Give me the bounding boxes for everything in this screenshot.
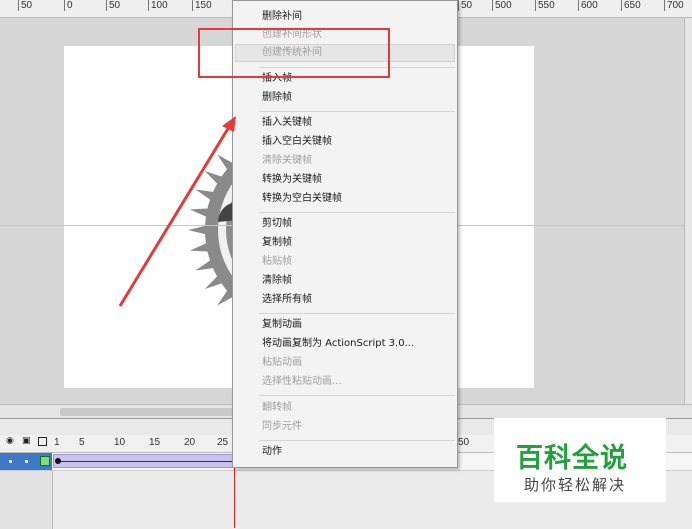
layer-panel xyxy=(0,471,53,529)
menu-item-convert-keyframe[interactable]: 转换为关键帧 xyxy=(262,174,322,186)
frame-number: 20 xyxy=(184,437,196,448)
menu-item-clear-keyframe[interactable]: 清除关键帧 xyxy=(262,155,312,167)
highlight-box xyxy=(198,28,390,78)
scrollbar-thumb[interactable] xyxy=(60,408,240,416)
menu-item-reverse-frames[interactable]: 翻转帧 xyxy=(262,402,292,414)
menu-item-paste-motion[interactable]: 粘贴动画 xyxy=(262,357,302,369)
menu-item-delete-tween[interactable]: 删除补间 xyxy=(262,11,302,23)
menu-item-paste-motion-special[interactable]: 选择性粘贴动画... xyxy=(262,376,342,388)
outline-color-icon[interactable] xyxy=(40,456,50,466)
menu-separator xyxy=(259,395,455,396)
menu-separator xyxy=(259,440,455,441)
menu-item-insert-keyframe[interactable]: 插入关键帧 xyxy=(262,117,312,129)
frame-number: 1 xyxy=(54,437,60,448)
layer-icons: ◉ ▣ xyxy=(4,437,52,451)
frame-number: 10 xyxy=(114,437,126,448)
watermark-subtitle: 助你轻松解决 xyxy=(524,476,627,494)
menu-item-clear-frames[interactable]: 清除帧 xyxy=(262,275,292,287)
menu-separator xyxy=(259,111,455,112)
menu-item-insert-blank-keyframe[interactable]: 插入空白关键帧 xyxy=(262,136,332,148)
vertical-scrollbar[interactable] xyxy=(684,18,692,404)
frame-number: 50 xyxy=(458,437,470,448)
frame-number: 15 xyxy=(149,437,161,448)
eye-icon[interactable]: ◉ xyxy=(6,437,15,446)
lock-icon[interactable]: ▣ xyxy=(22,437,31,446)
outline-icon[interactable] xyxy=(38,437,47,446)
menu-item-paste-frames[interactable]: 粘贴帧 xyxy=(262,256,292,268)
frame-number: 5 xyxy=(79,437,85,448)
menu-item-cut-frames[interactable]: 剪切帧 xyxy=(262,218,292,230)
menu-item-sync-symbols[interactable]: 同步元件 xyxy=(262,421,302,433)
layer-controls[interactable] xyxy=(0,453,52,470)
watermark-title: 百科全说 xyxy=(516,443,628,474)
frame-number: 25 xyxy=(217,437,229,448)
menu-item-actions[interactable]: 动作 xyxy=(262,446,282,458)
menu-item-convert-blank-keyframe[interactable]: 转换为空白关键帧 xyxy=(262,193,342,205)
visibility-dot[interactable] xyxy=(9,460,12,463)
menu-item-delete-frame[interactable]: 删除帧 xyxy=(262,92,292,104)
lock-dot[interactable] xyxy=(25,460,28,463)
menu-item-select-all-frames[interactable]: 选择所有帧 xyxy=(262,294,312,306)
menu-separator xyxy=(259,313,455,314)
menu-item-copy-frames[interactable]: 复制帧 xyxy=(262,237,292,249)
menu-separator xyxy=(259,212,455,213)
menu-item-copy-motion-as3[interactable]: 将动画复制为 ActionScript 3.0... xyxy=(262,338,414,350)
menu-item-copy-motion[interactable]: 复制动画 xyxy=(262,319,302,331)
start-keyframe[interactable] xyxy=(55,458,61,464)
watermark: 百科全说 助你轻松解决 xyxy=(494,418,666,502)
